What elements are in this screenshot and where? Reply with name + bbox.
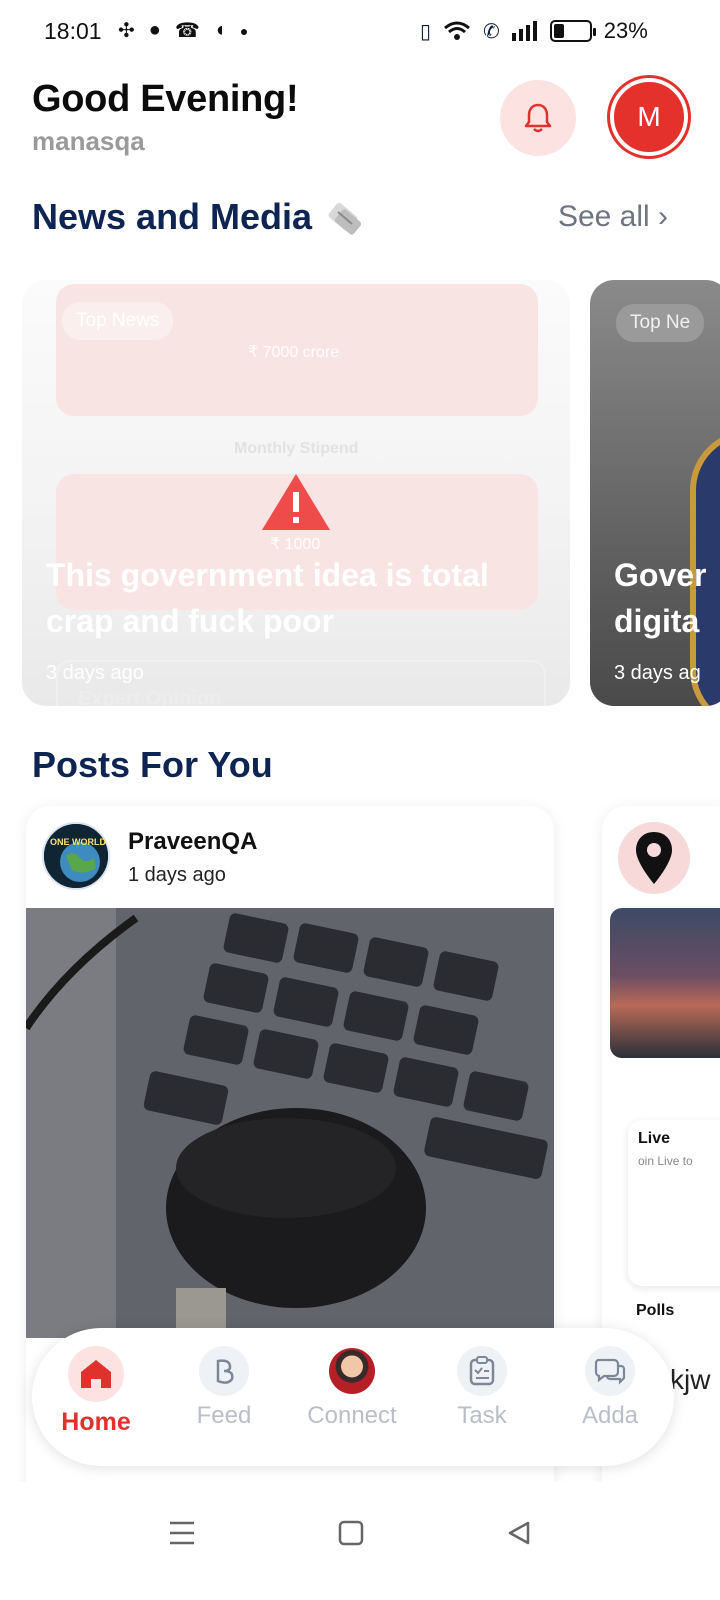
news-category-chip: Top News [62, 302, 174, 340]
news-section-title: News and Media [32, 196, 313, 237]
faint-amount: ₹ 7000 crore [248, 344, 340, 361]
nav-task-label: Task [457, 1402, 507, 1429]
faint-label: Monthly Stipend [234, 440, 359, 457]
app-icon: ◖ [213, 19, 226, 41]
home-square-icon[interactable] [338, 1520, 364, 1546]
status-bar: 18:01 ✣ ● ☎ ◖ ● ▯ ✆ 23% [0, 0, 720, 64]
nav-adda[interactable]: Adda [548, 1346, 672, 1430]
peek-text: kjw [670, 1364, 711, 1395]
home-icon-wrap [68, 1346, 124, 1402]
nav-home-label: Home [61, 1408, 131, 1436]
posts-section-title: Posts For You [32, 744, 273, 785]
post-image[interactable] [610, 908, 720, 1058]
faint-expert-label: Expert Opinion [78, 688, 222, 706]
greeting-title: Good Evening! [32, 78, 299, 120]
location-avatar[interactable] [618, 822, 690, 894]
bell-icon [524, 103, 552, 133]
profile-avatar-button[interactable]: M [610, 78, 688, 156]
home-icon [81, 1360, 111, 1388]
avatar-brand-text: ONE WORLD [50, 837, 106, 847]
see-all-news-link[interactable]: See all › [558, 200, 668, 234]
nav-feed-label: Feed [196, 1402, 252, 1429]
signal-icon [511, 21, 537, 41]
back-icon[interactable] [506, 1520, 532, 1546]
nav-adda-label: Adda [581, 1402, 639, 1429]
connect-photo-icon [329, 1348, 375, 1394]
feed-icon-wrap [199, 1346, 249, 1396]
connect-icon-wrap [327, 1346, 377, 1396]
news-card[interactable]: Top Ne Gover digita 3 days ag [590, 280, 720, 706]
username-label: manasqa [32, 126, 145, 156]
task-icon [469, 1356, 495, 1386]
adda-icon-wrap [585, 1346, 635, 1396]
post-author-avatar[interactable] [42, 822, 110, 890]
menu-icon[interactable] [168, 1520, 196, 1546]
news-category-chip: Top Ne [616, 304, 705, 342]
wifi-icon [444, 21, 470, 40]
notifications-button[interactable] [500, 80, 576, 156]
nav-connect-label: Connect [307, 1402, 397, 1429]
post-image[interactable] [26, 908, 554, 1338]
chat-bubbles-icon [594, 1358, 626, 1385]
battery-icon [549, 20, 596, 42]
feed-icon [216, 1359, 234, 1384]
bottom-navigation: Home Feed Connect Task Adda [32, 1328, 674, 1466]
chat-icon: ● [148, 19, 161, 41]
news-headline: This government idea is total crap and f… [46, 557, 489, 639]
news-card[interactable]: Top News ₹ 7000 crore Monthly Stipend ₹ … [22, 280, 570, 706]
nav-connect[interactable]: Connect [290, 1346, 414, 1430]
news-time: 3 days ag [614, 662, 701, 684]
status-time: 18:01 [44, 18, 102, 44]
missed-call-icon: ☎ [174, 20, 200, 42]
nav-feed[interactable]: Feed [162, 1346, 286, 1430]
newspaper-icon [328, 202, 362, 235]
live-title: Live [638, 1130, 671, 1147]
dot-icon: ● [239, 22, 249, 39]
nav-home[interactable]: Home [34, 1346, 158, 1437]
polls-title: Polls [636, 1302, 675, 1319]
warning-icon [262, 474, 330, 530]
post-time: 1 days ago [128, 864, 226, 886]
system-icons: ▯ ✆ 23% [420, 18, 648, 44]
avatar-initial: M [637, 101, 661, 132]
globe-icon [44, 824, 108, 888]
news-time: 3 days ago [46, 662, 144, 684]
live-subtitle: oin Live to [638, 1154, 693, 1168]
wifi-call-icon: ✆ [483, 20, 500, 43]
battery-percent: 23% [603, 18, 648, 43]
nav-task[interactable]: Task [420, 1346, 544, 1430]
keyboard-earbuds-photo [26, 908, 554, 1338]
task-icon-wrap [457, 1346, 507, 1396]
system-navigation-bar [0, 1482, 720, 1600]
post-author-name[interactable]: PraveenQA [128, 828, 257, 856]
live-card[interactable]: Live oin Live to [628, 1120, 720, 1286]
news-headline: Gover digita [614, 557, 707, 639]
location-pin-icon [636, 832, 672, 884]
faint-amount: ₹ 1000 [270, 536, 321, 553]
vibrate-icon: ▯ [420, 20, 432, 43]
slack-icon: ✣ [118, 20, 135, 42]
notification-icons: ✣ ● ☎ ◖ ● [118, 18, 248, 43]
